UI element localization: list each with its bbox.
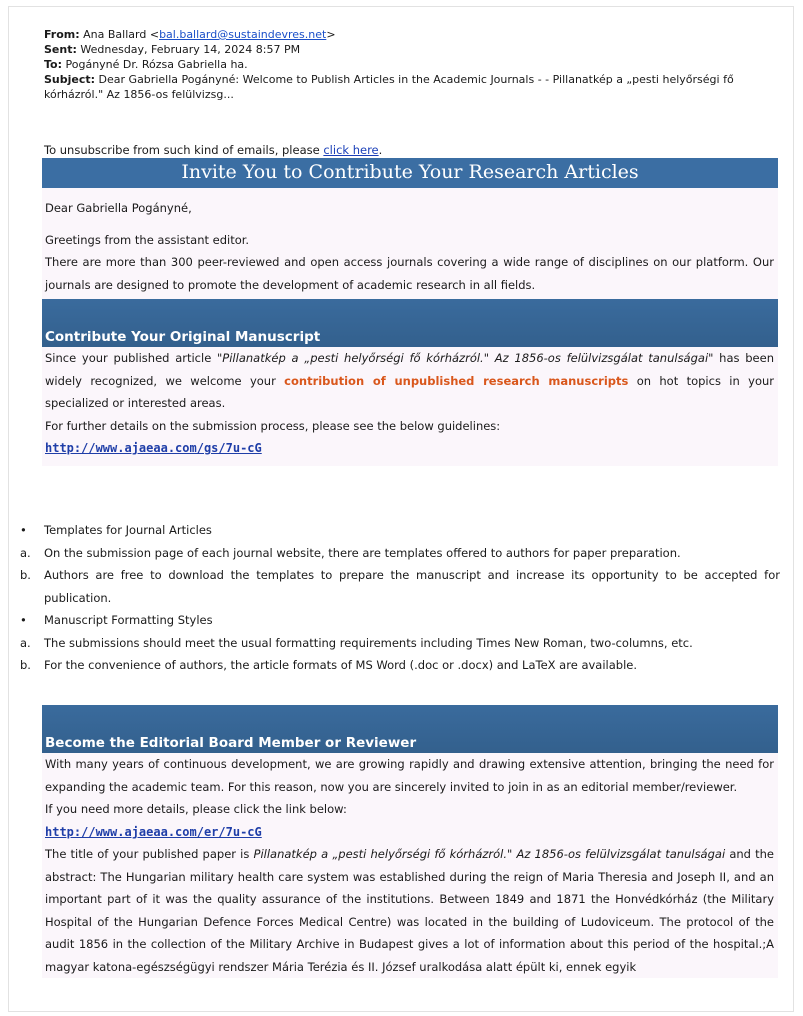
unsubscribe-link[interactable]: click here	[323, 143, 378, 157]
list-item-text: The submissions should meet the usual fo…	[44, 635, 693, 650]
from-close: >	[326, 28, 336, 41]
further-details: For further details on the submission pr…	[45, 418, 501, 433]
more-details: If you need more details, please click t…	[45, 802, 347, 816]
email-body-bottom: Become the Editorial Board Member or Rev…	[42, 705, 778, 978]
article-title: "Pillanatkép a „pesti helyőrségi fő kórh…	[217, 351, 714, 365]
from-label: From:	[44, 28, 80, 41]
editorial-link-row: http://www.ajaeaa.com/er/7u-cG	[42, 821, 778, 844]
list-item-text: Manuscript Formatting Styles	[44, 613, 213, 627]
subject-value: Dear Gabriella Pogányné: Welcome to Publ…	[44, 73, 734, 101]
list-marker: a.	[20, 545, 31, 560]
to-line: To: Pogányné Dr. Rózsa Gabriella ha.	[44, 57, 764, 72]
abstract-paragraph: The title of your published paper is Pil…	[42, 843, 778, 978]
list-item: • Manuscript Formatting Styles	[20, 609, 780, 632]
list-item: b. For the convenience of authors, the a…	[20, 654, 780, 677]
unsubscribe-text: To unsubscribe from such kind of emails,…	[44, 143, 324, 157]
guidelines-list: • Templates for Journal Articles a. On t…	[20, 519, 780, 677]
list-item-text: Templates for Journal Articles	[44, 523, 212, 537]
list-item-text: For the convenience of authors, the arti…	[44, 658, 638, 672]
list-item: • Templates for Journal Articles	[20, 519, 780, 542]
list-marker: •	[20, 613, 27, 627]
greeting: Greetings from the assistant editor.	[45, 232, 250, 247]
list-item-text: On the submission page of each journal w…	[44, 545, 681, 560]
list-marker: b.	[20, 568, 31, 582]
from-email-link[interactable]: bal.ballard@sustaindevres.net	[159, 28, 326, 41]
abstract-text: and the abstract: The Hungarian military…	[45, 847, 774, 974]
from-name: Ana Ballard <	[83, 28, 160, 41]
subject-line: Subject: Dear Gabriella Pogányné: Welcom…	[44, 72, 764, 102]
list-marker: b.	[20, 658, 31, 672]
guidelines-link[interactable]: http://www.ajaeaa.com/gs/7u-cG	[45, 441, 262, 455]
email-header: From: Ana Ballard <bal.ballard@sustainde…	[44, 27, 764, 102]
section-title-editorial: Become the Editorial Board Member or Rev…	[42, 705, 778, 753]
list-item-text: Authors are free to download the templat…	[44, 568, 780, 605]
sent-label: Sent:	[44, 43, 77, 56]
list-item: a. The submissions should meet the usual…	[20, 632, 780, 655]
email-body-top: Invite You to Contribute Your Research A…	[42, 158, 778, 466]
list-marker: a.	[20, 635, 31, 650]
to-value: Pogányné Dr. Rózsa Gabriella ha.	[65, 58, 248, 71]
to-label: To:	[44, 58, 62, 71]
sent-value: Wednesday, February 14, 2024 8:57 PM	[80, 43, 301, 56]
intro-paragraph: There are more than 300 peer-reviewed an…	[45, 255, 774, 292]
contribute-paragraph: Since your published article "Pillanatké…	[42, 347, 778, 415]
subject-label: Subject:	[44, 73, 96, 86]
unsubscribe-end: .	[378, 143, 383, 157]
section-title-contribute: Contribute Your Original Manuscript	[42, 299, 778, 347]
editorial-link[interactable]: http://www.ajaeaa.com/er/7u-cG	[45, 825, 262, 839]
editorial-paragraph: With many years of continuous developmen…	[45, 757, 774, 794]
from-line: From: Ana Ballard <bal.ballard@sustainde…	[44, 27, 764, 42]
contribute-text-a: Since your published article	[45, 351, 218, 365]
unsubscribe-line: To unsubscribe from such kind of emails,…	[44, 143, 382, 157]
salutation: Dear Gabriella Pogányné,	[45, 201, 192, 215]
list-marker: •	[20, 523, 27, 537]
title-intro: The title of your published paper is	[45, 847, 254, 861]
guidelines-link-row: http://www.ajaeaa.com/gs/7u-cG	[42, 437, 778, 466]
invite-banner: Invite You to Contribute Your Research A…	[42, 158, 778, 188]
highlight-text: contribution of unpublished research man…	[284, 373, 629, 388]
sent-line: Sent: Wednesday, February 14, 2024 8:57 …	[44, 42, 764, 57]
paper-title: Pillanatkép a „pesti helyőrségi fő kórhá…	[253, 847, 726, 861]
list-item: a. On the submission page of each journa…	[20, 542, 780, 565]
list-item: b. Authors are free to download the temp…	[20, 564, 780, 609]
